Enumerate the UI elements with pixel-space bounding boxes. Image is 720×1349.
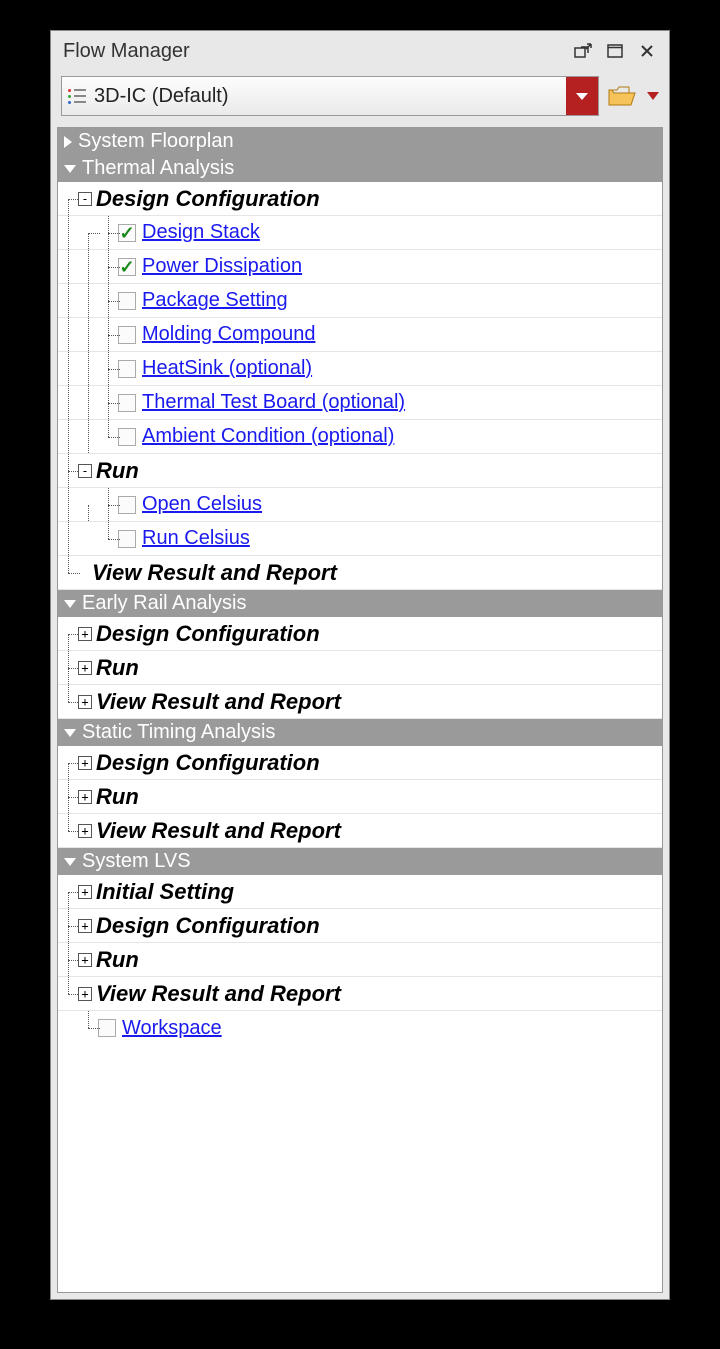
item-label[interactable]: Open Celsius [142, 493, 262, 516]
node-label: Design Configuration [96, 186, 320, 212]
expand-icon[interactable]: + [78, 790, 92, 804]
tree-item-power-dissipation[interactable]: Power Dissipation [58, 250, 662, 284]
tree-node-run[interactable]: + Run [58, 943, 662, 977]
node-label: View Result and Report [96, 981, 341, 1007]
chevron-down-icon [64, 165, 76, 173]
tree-node-design-configuration[interactable]: + Design Configuration [58, 746, 662, 780]
checkbox-icon[interactable] [118, 496, 136, 514]
tree-node-run[interactable]: - Run [58, 454, 662, 488]
expand-icon[interactable]: + [78, 885, 92, 899]
expand-icon[interactable]: + [78, 627, 92, 641]
section-title: Early Rail Analysis [82, 592, 247, 615]
flow-select-dropdown[interactable]: 3D-IC (Default) [61, 76, 599, 116]
expand-icon[interactable]: + [78, 919, 92, 933]
chevron-down-icon [64, 600, 76, 608]
expand-icon[interactable]: + [78, 695, 92, 709]
node-label: Run [96, 947, 139, 973]
checkbox-icon[interactable] [118, 326, 136, 344]
expand-icon[interactable]: + [78, 987, 92, 1001]
tree-node-design-configuration[interactable]: + Design Configuration [58, 909, 662, 943]
tree-node-view-result[interactable]: + View Result and Report [58, 814, 662, 848]
node-label: Run [96, 458, 139, 484]
expand-icon[interactable]: + [78, 661, 92, 675]
tree-item-thermal-test-board[interactable]: Thermal Test Board (optional) [58, 386, 662, 420]
section-system-floorplan[interactable]: System Floorplan [58, 128, 662, 155]
window-title: Flow Manager [63, 40, 190, 63]
tree: System Floorplan Thermal Analysis - Desi… [57, 127, 663, 1293]
chevron-down-icon[interactable] [566, 77, 598, 115]
section-title: Static Timing Analysis [82, 721, 275, 744]
checkbox-icon[interactable] [118, 224, 136, 242]
tree-node-view-result[interactable]: + View Result and Report [58, 685, 662, 719]
tree-item-open-celsius[interactable]: Open Celsius [58, 488, 662, 522]
item-label[interactable]: Workspace [122, 1017, 222, 1040]
chevron-down-icon [64, 729, 76, 737]
node-label: Design Configuration [96, 621, 320, 647]
tree-item-molding-compound[interactable]: Molding Compound [58, 318, 662, 352]
section-title: System LVS [82, 850, 191, 873]
section-title: System Floorplan [78, 130, 234, 153]
flow-manager-panel: Flow Manager 3D-IC (Default) [50, 30, 670, 1300]
item-label[interactable]: Thermal Test Board (optional) [142, 391, 405, 414]
node-label: Initial Setting [96, 879, 234, 905]
checkbox-icon[interactable] [118, 258, 136, 276]
tree-item-design-stack[interactable]: Design Stack [58, 216, 662, 250]
item-label[interactable]: HeatSink (optional) [142, 357, 312, 380]
item-label[interactable]: Molding Compound [142, 323, 315, 346]
tree-node-design-configuration[interactable]: - Design Configuration [58, 182, 662, 216]
section-system-lvs[interactable]: System LVS [58, 848, 662, 875]
tree-item-workspace[interactable]: Workspace [58, 1011, 662, 1045]
undock-icon[interactable] [569, 39, 597, 63]
item-label[interactable]: Ambient Condition (optional) [142, 425, 394, 448]
tree-node-design-configuration[interactable]: + Design Configuration [58, 617, 662, 651]
section-thermal-analysis[interactable]: Thermal Analysis [58, 155, 662, 182]
close-icon[interactable] [633, 39, 661, 63]
item-label[interactable]: Power Dissipation [142, 255, 302, 278]
dropdown-arrow-icon[interactable] [647, 92, 659, 100]
node-label: Run [96, 655, 139, 681]
open-folder-icon[interactable] [607, 84, 637, 108]
maximize-icon[interactable] [601, 39, 629, 63]
expand-icon[interactable]: + [78, 953, 92, 967]
node-label: Design Configuration [96, 750, 320, 776]
tree-node-view-result[interactable]: View Result and Report [58, 556, 662, 590]
node-label: Design Configuration [96, 913, 320, 939]
section-static-timing-analysis[interactable]: Static Timing Analysis [58, 719, 662, 746]
item-label[interactable]: Package Setting [142, 289, 288, 312]
titlebar: Flow Manager [51, 31, 669, 71]
node-label: View Result and Report [92, 560, 337, 586]
expand-icon[interactable]: + [78, 756, 92, 770]
tree-node-run[interactable]: + Run [58, 651, 662, 685]
dropdown-value: 3D-IC (Default) [94, 85, 228, 108]
node-label: View Result and Report [96, 818, 341, 844]
collapse-icon[interactable]: - [78, 192, 92, 206]
section-title: Thermal Analysis [82, 157, 234, 180]
tree-node-view-result[interactable]: + View Result and Report [58, 977, 662, 1011]
chevron-right-icon [64, 136, 72, 148]
node-label: Run [96, 784, 139, 810]
checkbox-icon[interactable] [118, 292, 136, 310]
item-label[interactable]: Run Celsius [142, 527, 250, 550]
checkbox-icon[interactable] [118, 530, 136, 548]
tree-node-run[interactable]: + Run [58, 780, 662, 814]
tree-item-ambient-condition[interactable]: Ambient Condition (optional) [58, 420, 662, 454]
item-label[interactable]: Design Stack [142, 221, 260, 244]
checkbox-icon[interactable] [118, 394, 136, 412]
checkbox-icon[interactable] [118, 428, 136, 446]
toolbar: 3D-IC (Default) [51, 71, 669, 121]
section-early-rail-analysis[interactable]: Early Rail Analysis [58, 590, 662, 617]
tree-item-package-setting[interactable]: Package Setting [58, 284, 662, 318]
list-icon [68, 87, 86, 105]
tree-node-initial-setting[interactable]: + Initial Setting [58, 875, 662, 909]
tree-item-run-celsius[interactable]: Run Celsius [58, 522, 662, 556]
checkbox-icon[interactable] [98, 1019, 116, 1037]
tree-item-heatsink[interactable]: HeatSink (optional) [58, 352, 662, 386]
collapse-icon[interactable]: - [78, 464, 92, 478]
checkbox-icon[interactable] [118, 360, 136, 378]
expand-icon[interactable]: + [78, 824, 92, 838]
chevron-down-icon [64, 858, 76, 866]
node-label: View Result and Report [96, 689, 341, 715]
